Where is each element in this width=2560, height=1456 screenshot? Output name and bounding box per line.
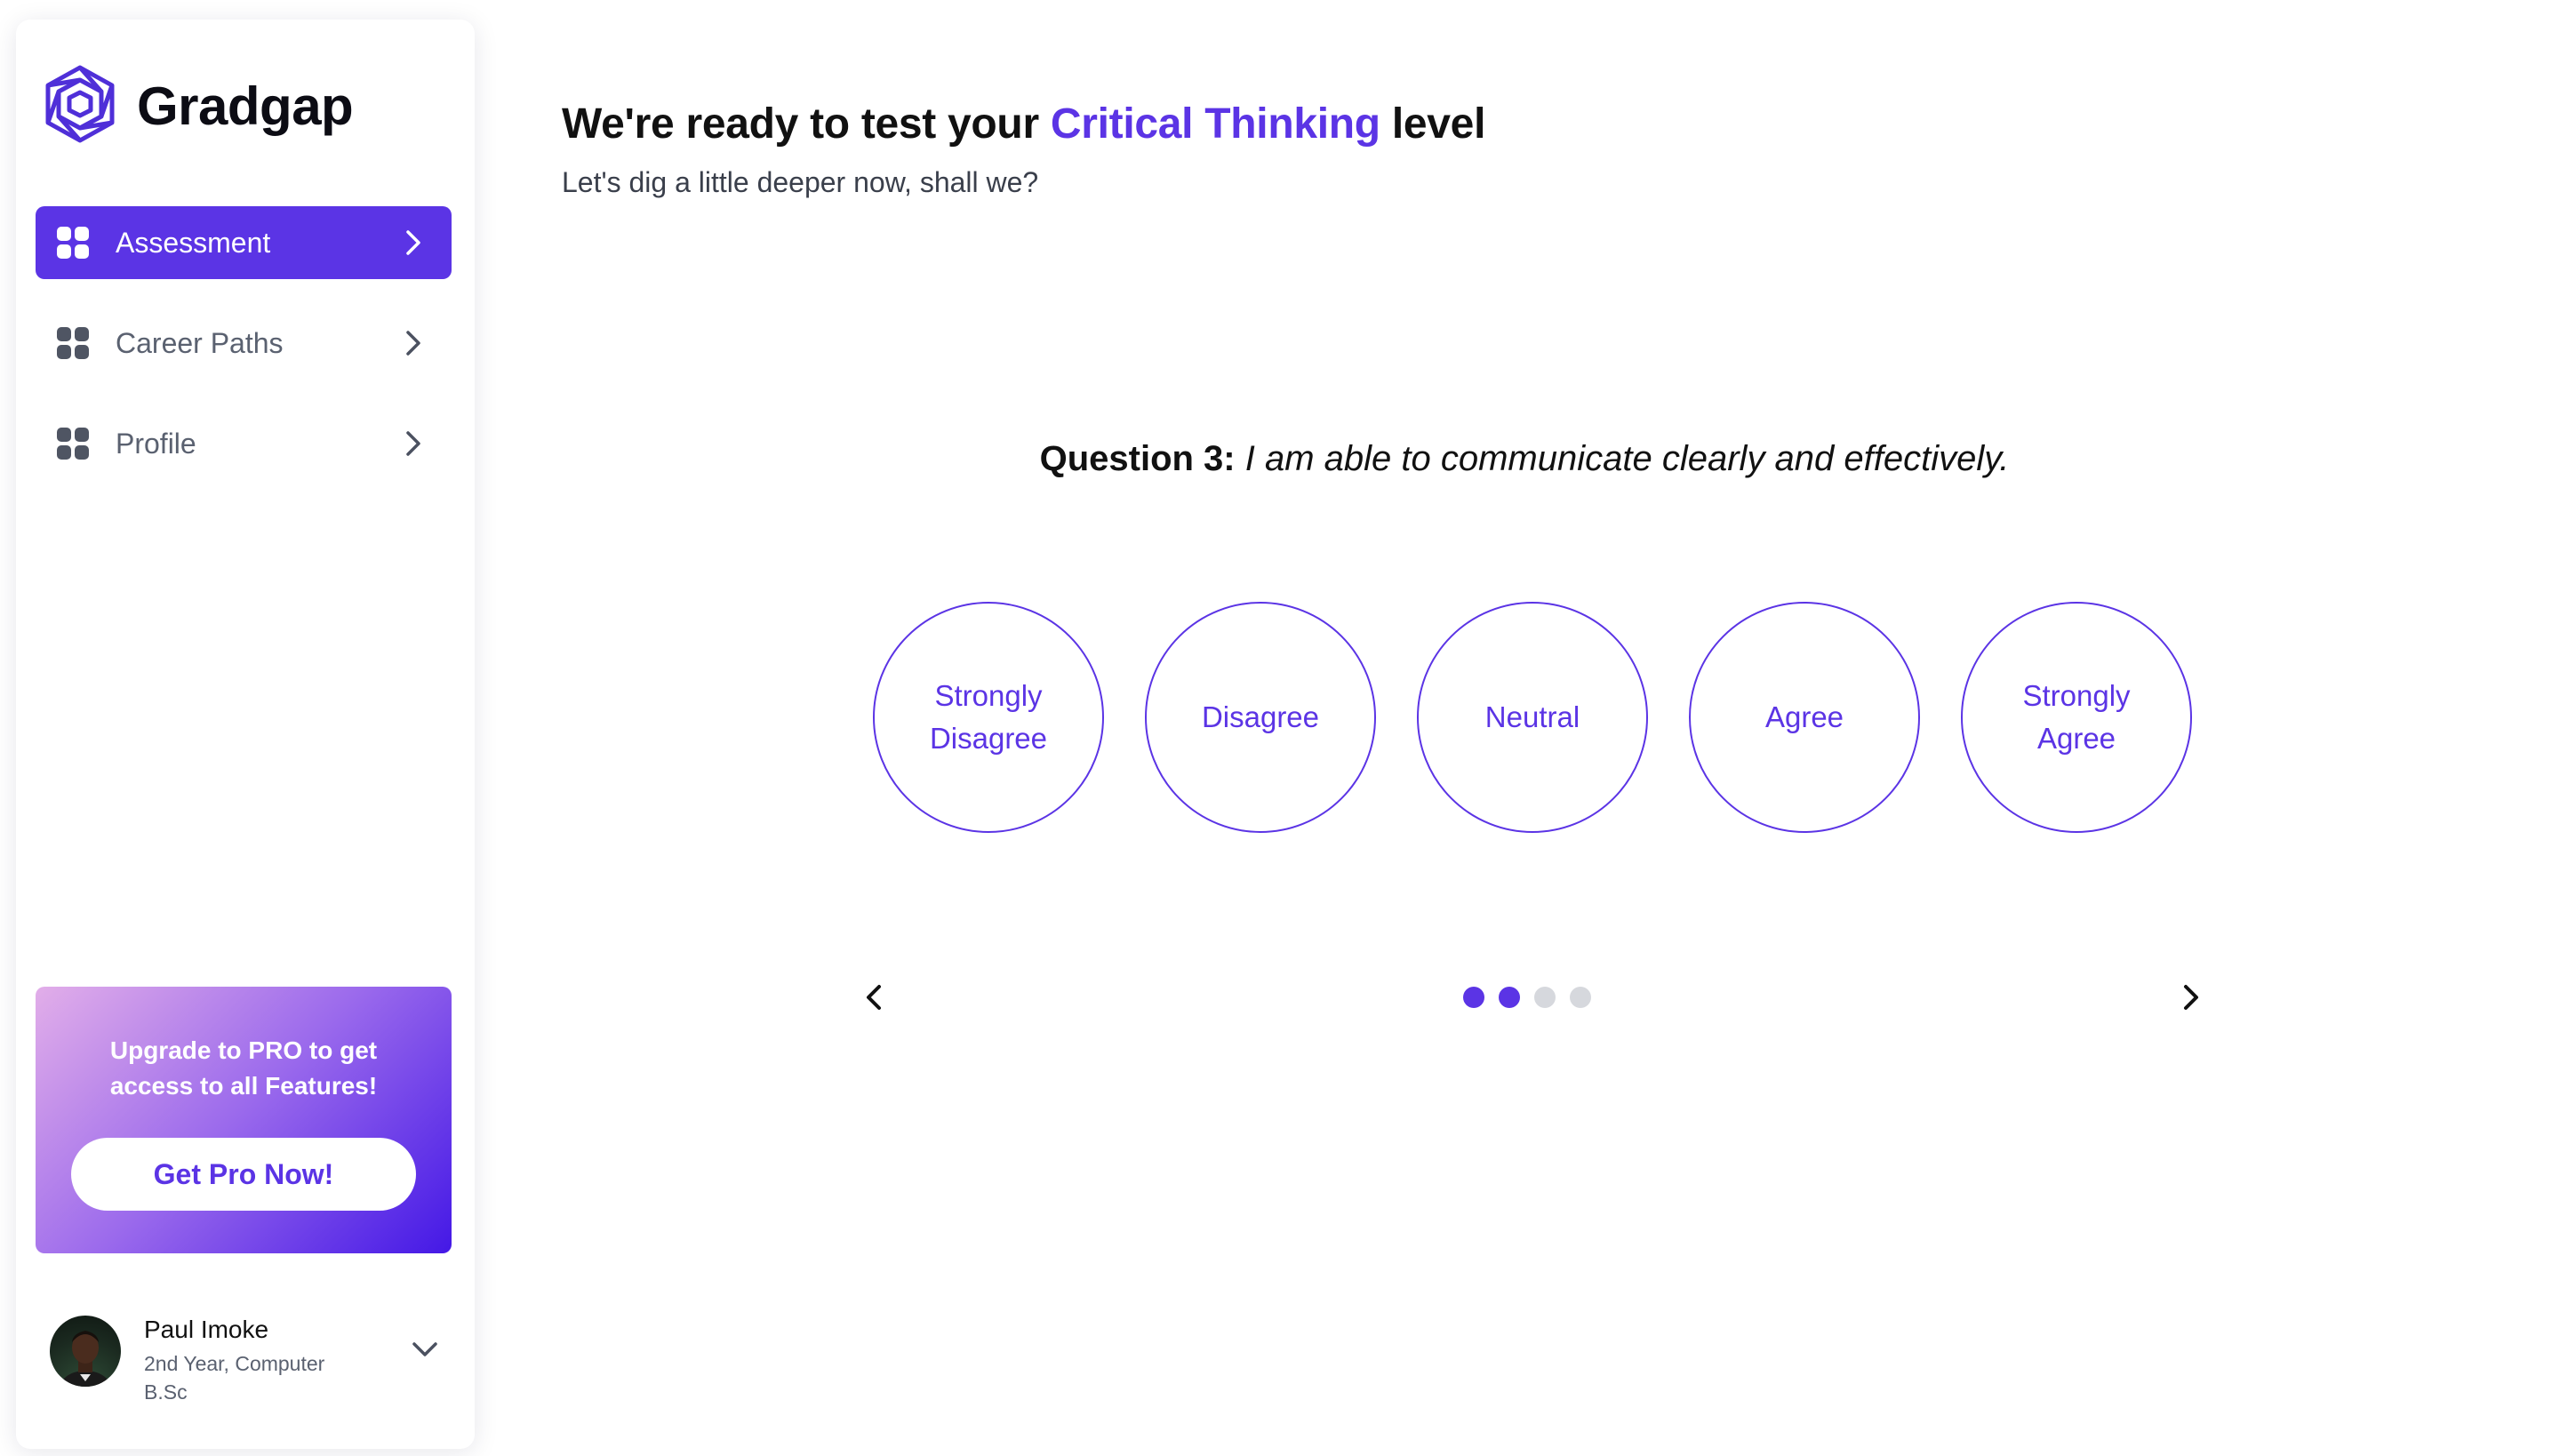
page-subtitle: Let's dig a little deeper now, shall we? (562, 166, 1039, 198)
pagination-dots (1463, 987, 1591, 1008)
chevron-right-icon (406, 331, 420, 356)
previous-question-arrow-icon[interactable] (855, 978, 894, 1017)
chevron-right-icon (406, 230, 420, 255)
sidebar-item-label: Career Paths (116, 326, 284, 359)
brand-name: Gradgap (137, 76, 354, 136)
user-detail-line: B.Sc (144, 1380, 188, 1404)
sidebar-item-assessment[interactable]: Assessment (36, 206, 452, 279)
pagination-dot[interactable] (1499, 987, 1520, 1008)
option-strongly-disagree[interactable]: Strongly Disagree (873, 602, 1104, 833)
option-disagree[interactable]: Disagree (1145, 602, 1376, 833)
brand-logo[interactable]: Gradgap (43, 64, 354, 148)
promo-text: Upgrade to PRO to get access to all Feat… (109, 1036, 378, 1100)
option-neutral[interactable]: Neutral (1417, 602, 1648, 833)
pagination-dot[interactable] (1570, 987, 1591, 1008)
option-strongly-agree[interactable]: Strongly Agree (1961, 602, 2192, 833)
user-detail: 2nd Year, Computer B.Sc (144, 1349, 366, 1406)
avatar (50, 1316, 121, 1387)
pagination-dot[interactable] (1463, 987, 1484, 1008)
title-prefix: We're ready to test your (562, 100, 1051, 148)
question-number: Question 3: (1039, 439, 1236, 478)
pagination-dot[interactable] (1534, 987, 1556, 1008)
page-title: We're ready to test your Critical Thinki… (562, 100, 1485, 148)
upgrade-promo-card: Upgrade to PRO to get access to all Feat… (36, 987, 452, 1253)
title-accent: Critical Thinking (1050, 100, 1380, 148)
user-detail-line: 2nd Year, Computer (144, 1352, 325, 1375)
sidebar-item-label: Assessment (116, 226, 271, 259)
hexagon-logo-icon (43, 64, 117, 148)
user-name: Paul Imoke (144, 1316, 269, 1343)
sidebar: Gradgap Assessment Career Paths Profile … (16, 20, 475, 1449)
grid-icon (57, 327, 89, 359)
chevron-down-icon[interactable] (407, 1332, 443, 1367)
sidebar-item-career-paths[interactable]: Career Paths (36, 307, 452, 380)
next-question-arrow-icon[interactable] (2171, 978, 2210, 1017)
question-text: I am able to communicate clearly and eff… (1244, 439, 2010, 478)
option-agree[interactable]: Agree (1689, 602, 1920, 833)
grid-icon (57, 227, 89, 259)
user-profile-menu[interactable]: Paul Imoke 2nd Year, Computer B.Sc (50, 1296, 450, 1406)
get-pro-button[interactable]: Get Pro Now! (71, 1138, 416, 1211)
question: Question 3: I am able to communicate cle… (0, 439, 2560, 479)
title-suffix: level (1380, 100, 1486, 148)
